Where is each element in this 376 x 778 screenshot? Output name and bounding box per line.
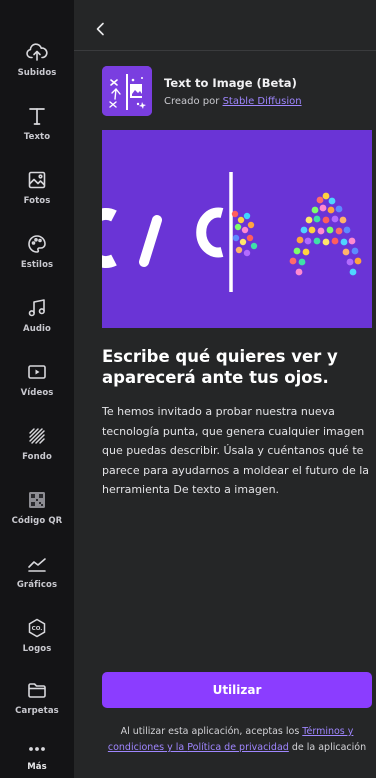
- sidebar-item-fotos[interactable]: Fotos: [0, 164, 74, 220]
- sidebar-item-label: Estilos: [20, 260, 54, 270]
- image-icon: [28, 171, 46, 189]
- sidebar-item-graficos[interactable]: Gráficos: [0, 548, 74, 604]
- hero-illustration: [102, 130, 372, 328]
- sidebar-item-texto[interactable]: Texto: [0, 100, 74, 156]
- sidebar-item-label: Audio: [23, 324, 51, 334]
- sidebar-item-label: Carpetas: [15, 706, 59, 716]
- main-description: Te hemos invitado a probar nuestra nueva…: [102, 405, 370, 496]
- text-to-image-logo-icon: [102, 66, 152, 116]
- text-icon: [29, 108, 45, 125]
- app-title: Text to Image (Beta): [164, 76, 297, 90]
- sidebar-item-codigo-qr[interactable]: Código QR: [0, 484, 74, 540]
- folder-icon: [28, 683, 46, 698]
- sidebar-item-label: Más: [27, 762, 47, 772]
- palette-icon: [28, 235, 46, 253]
- sidebar-item-logos[interactable]: CO. Logos: [0, 612, 74, 668]
- main-heading: Escribe qué quieres ver y aparecerá ante…: [102, 347, 338, 387]
- sidebar-item-estilos[interactable]: Estilos: [0, 228, 74, 284]
- terms-prefix: Al utilizar esta aplicación, aceptas los: [120, 726, 303, 737]
- panel-header: [74, 0, 376, 51]
- sidebar-item-fondo[interactable]: Fondo: [0, 420, 74, 476]
- back-chevron-icon[interactable]: [92, 20, 110, 38]
- app-creator: Creado por Stable Diffusion: [164, 96, 302, 107]
- logo-icon: CO.: [28, 618, 46, 638]
- use-app-button[interactable]: Utilizar: [102, 672, 372, 708]
- app-logo: [102, 66, 152, 116]
- text-to-image-illustration: [102, 130, 372, 328]
- sidebar-item-label: Logos: [22, 644, 52, 654]
- sidebar-item-label: Fotos: [23, 196, 51, 206]
- terms-suffix: de la aplicación: [288, 742, 367, 753]
- sidebar-item-label: Código QR: [11, 516, 63, 526]
- creator-link[interactable]: Stable Diffusion: [223, 96, 302, 107]
- sidebar-item-mas[interactable]: Más: [0, 736, 74, 778]
- sidebar-item-audio[interactable]: Audio: [0, 292, 74, 348]
- chart-icon: [28, 558, 46, 572]
- sidebar-item-carpetas[interactable]: Carpetas: [0, 674, 74, 730]
- sidebar-item-subidos[interactable]: Subidos: [0, 36, 74, 92]
- sidebar-item-label: Fondo: [22, 452, 52, 462]
- app-panel: Text to Image (Beta) Creado por Stable D…: [74, 0, 376, 778]
- background-pattern-icon: [29, 428, 45, 444]
- svg-text:CO.: CO.: [32, 626, 43, 632]
- sidebar-item-label: Subidos: [17, 68, 57, 78]
- app-window: Subidos Texto Fotos Estilos Audio Vídeos…: [0, 0, 376, 778]
- terms-notice: Al utilizar esta aplicación, aceptas los…: [102, 724, 372, 756]
- cloud-upload-icon: [26, 43, 48, 61]
- more-icon: [29, 747, 45, 751]
- privacy-link[interactable]: Política de privacidad: [187, 742, 289, 753]
- sidebar-item-label: Texto: [23, 132, 51, 142]
- sidebar-item-label: Vídeos: [20, 388, 54, 398]
- creator-prefix: Creado por: [164, 96, 223, 107]
- qr-code-icon: [29, 492, 45, 508]
- app-info: Text to Image (Beta) Creado por Stable D…: [102, 66, 372, 118]
- music-note-icon: [28, 299, 45, 317]
- sidebar-item-videos[interactable]: Vídeos: [0, 356, 74, 412]
- video-icon: [28, 365, 46, 379]
- terms-middle[interactable]: y la: [164, 742, 187, 753]
- sidebar-item-label: Gráficos: [16, 580, 58, 590]
- sidebar: Subidos Texto Fotos Estilos Audio Vídeos…: [0, 0, 74, 778]
